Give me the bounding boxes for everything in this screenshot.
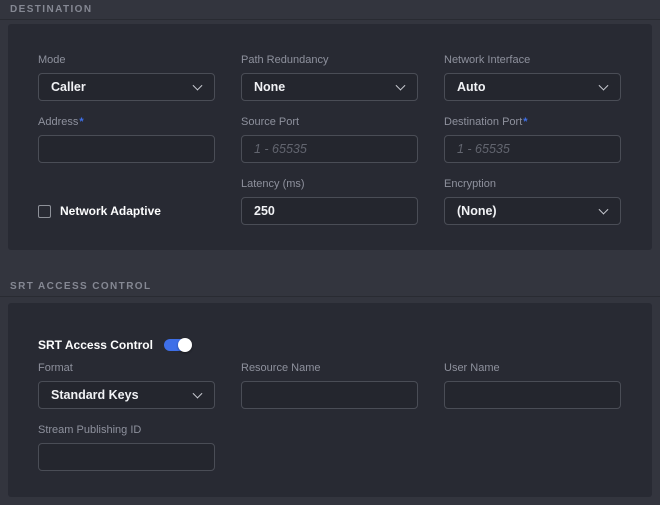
chevron-down-icon [599,205,609,215]
path-redundancy-select-value: None [254,80,285,94]
user-name-input[interactable] [444,381,621,409]
srt-access-control-toggle[interactable] [164,339,190,351]
srt-access-control-panel: SRT Access Control Format Standard Keys … [8,303,652,497]
chevron-down-icon [396,81,406,91]
path-redundancy-label: Path Redundancy [241,54,418,67]
network-interface-select-value: Auto [457,80,485,94]
network-adaptive-checkbox[interactable] [38,205,51,218]
field-latency: Latency (ms) [241,178,418,225]
mode-select[interactable]: Caller [38,73,215,101]
field-resource-name: Resource Name [241,362,418,409]
srt-access-control-section-header: SRT ACCESS CONTROL [0,270,660,297]
network-interface-label: Network Interface [444,54,621,67]
resource-name-input[interactable] [241,381,418,409]
field-network-adaptive: Network Adaptive [38,178,215,225]
field-mode: Mode Caller [38,54,215,101]
address-label: Address* [38,116,215,129]
field-format: Format Standard Keys [38,362,215,409]
mode-label: Mode [38,54,215,67]
network-interface-select[interactable]: Auto [444,73,621,101]
source-port-label: Source Port [241,116,418,129]
field-network-interface: Network Interface Auto [444,54,621,101]
network-adaptive-label: Network Adaptive [60,204,161,218]
stream-publishing-id-label: Stream Publishing ID [38,424,215,437]
format-label: Format [38,362,215,375]
destination-port-label: Destination Port* [444,116,621,129]
latency-input[interactable] [241,197,418,225]
required-asterisk: * [523,116,527,128]
field-source-port: Source Port [241,116,418,163]
format-select[interactable]: Standard Keys [38,381,215,409]
chevron-down-icon [193,389,203,399]
field-destination-port: Destination Port* [444,116,621,163]
source-port-input[interactable] [241,135,418,163]
address-input[interactable] [38,135,215,163]
srt-access-control-toggle-label: SRT Access Control [38,338,153,352]
field-address: Address* [38,116,215,163]
field-encryption: Encryption (None) [444,178,621,225]
stream-publishing-id-input[interactable] [38,443,215,471]
resource-name-label: Resource Name [241,362,418,375]
latency-label: Latency (ms) [241,178,418,191]
format-select-value: Standard Keys [51,388,139,402]
srt-access-control-toggle-row: SRT Access Control [38,337,621,352]
chevron-down-icon [599,81,609,91]
toggle-knob-icon [178,338,192,352]
destination-section-header: DESTINATION [0,0,660,20]
mode-select-value: Caller [51,80,86,94]
encryption-select-value: (None) [457,204,497,218]
destination-panel: Mode Caller Path Redundancy None Network… [8,24,652,250]
field-stream-publishing-id: Stream Publishing ID [38,424,215,471]
user-name-label: User Name [444,362,621,375]
path-redundancy-select[interactable]: None [241,73,418,101]
field-path-redundancy: Path Redundancy None [241,54,418,101]
encryption-select[interactable]: (None) [444,197,621,225]
encryption-label: Encryption [444,178,621,191]
chevron-down-icon [193,81,203,91]
destination-port-input[interactable] [444,135,621,163]
required-asterisk: * [79,116,83,128]
field-user-name: User Name [444,362,621,409]
